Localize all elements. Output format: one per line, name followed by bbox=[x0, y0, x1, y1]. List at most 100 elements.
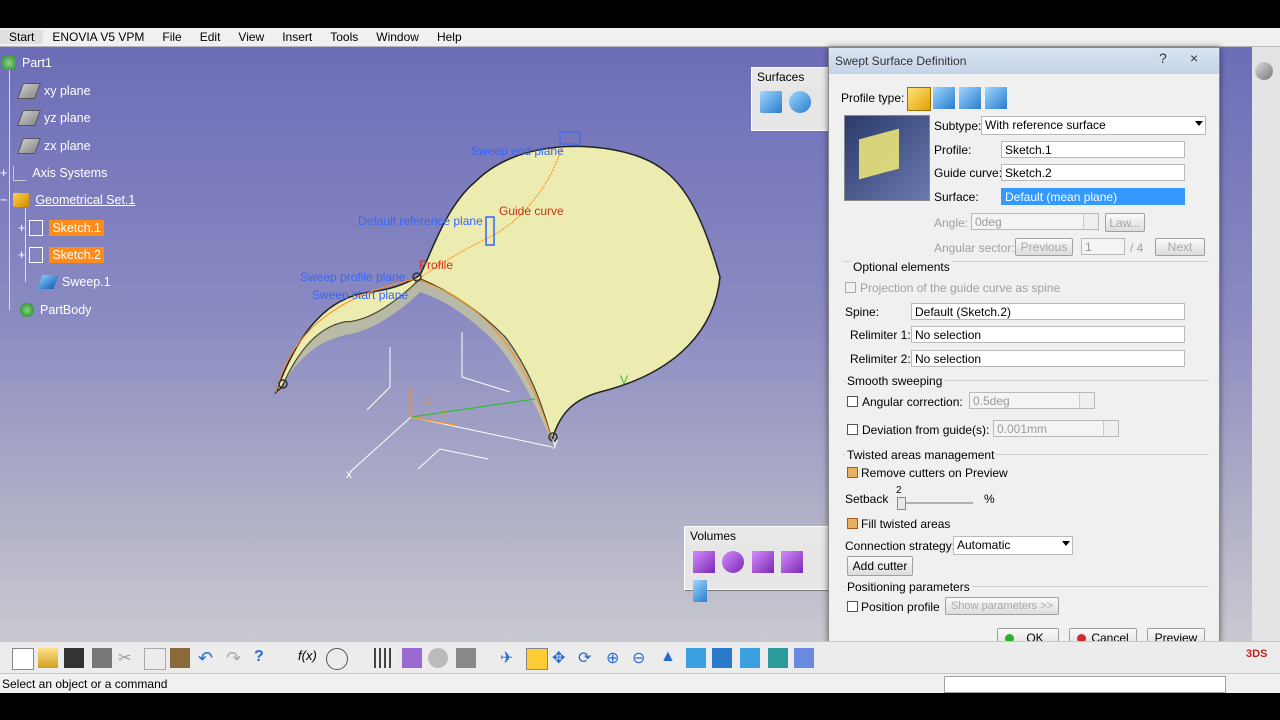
undo-icon[interactable]: ↶ bbox=[198, 648, 218, 668]
surfaces-toolbar[interactable]: Surfaces bbox=[751, 67, 833, 131]
zoom-in-icon[interactable]: ⊕ bbox=[606, 648, 626, 668]
tree-node-yz-plane[interactable]: yz plane bbox=[17, 109, 91, 127]
profile-type-conic-icon[interactable] bbox=[985, 87, 1007, 109]
volume-thick-icon[interactable] bbox=[693, 580, 707, 602]
volume-revolve-icon[interactable] bbox=[722, 551, 745, 573]
collapse-minus-icon[interactable]: − bbox=[0, 193, 7, 207]
spin-arrows-icon[interactable] bbox=[1103, 421, 1118, 436]
profile-field[interactable]: Sketch.1 bbox=[1001, 141, 1185, 158]
menu-enovia[interactable]: ENOVIA V5 VPM bbox=[43, 30, 153, 44]
guide-curve-field[interactable]: Sketch.2 bbox=[1001, 164, 1185, 181]
extrude-surface-icon[interactable] bbox=[760, 91, 782, 113]
shading-icon[interactable] bbox=[740, 648, 760, 668]
cut-icon[interactable]: ✂ bbox=[118, 648, 138, 668]
profile-type-line-icon[interactable] bbox=[933, 87, 955, 109]
dialog-close-button[interactable]: × bbox=[1190, 50, 1198, 66]
paste-icon[interactable] bbox=[170, 648, 190, 668]
fill-twisted-checkbox[interactable] bbox=[847, 518, 858, 529]
tree-node-sweep1[interactable]: Sweep.1 bbox=[37, 273, 111, 291]
tree-node-partbody[interactable]: PartBody bbox=[20, 301, 91, 319]
angular-correction-checkbox[interactable] bbox=[847, 396, 858, 407]
new-document-icon[interactable] bbox=[12, 648, 34, 670]
iso-view-icon[interactable] bbox=[712, 648, 732, 668]
angular-correction-field[interactable]: 0.5deg bbox=[969, 392, 1095, 409]
table-icon[interactable] bbox=[456, 648, 476, 668]
help-icon[interactable]: ? bbox=[254, 648, 274, 668]
rotate-icon[interactable]: ⟳ bbox=[578, 648, 598, 668]
position-profile-checkbox[interactable] bbox=[847, 601, 858, 612]
remove-cutters-checkbox[interactable] bbox=[847, 467, 858, 478]
setback-slider-thumb[interactable] bbox=[897, 497, 906, 510]
add-cutter-button[interactable]: Add cutter bbox=[847, 556, 913, 576]
menu-tools[interactable]: Tools bbox=[321, 30, 367, 44]
surface-field-label: Surface: bbox=[934, 190, 979, 204]
open-folder-icon[interactable] bbox=[38, 648, 58, 668]
next-button[interactable]: Next bbox=[1155, 238, 1205, 256]
show-parameters-button[interactable]: Show parameters >> bbox=[945, 597, 1059, 615]
previous-button[interactable]: Previous bbox=[1015, 238, 1073, 256]
deviation-field[interactable]: 0.001mm bbox=[993, 420, 1119, 437]
compass-icon[interactable] bbox=[1255, 62, 1273, 80]
label-guide-curve: Guide curve bbox=[499, 204, 564, 218]
menu-insert[interactable]: Insert bbox=[273, 30, 321, 44]
print-icon[interactable] bbox=[92, 648, 112, 668]
tree-node-zx-plane[interactable]: zx plane bbox=[17, 137, 91, 155]
profile-type-explicit-icon[interactable] bbox=[907, 87, 931, 111]
volume-extrude-icon[interactable] bbox=[693, 551, 715, 573]
menu-help[interactable]: Help bbox=[428, 30, 471, 44]
subtype-dropdown[interactable]: With reference surface bbox=[981, 116, 1206, 135]
relimiter2-field[interactable]: No selection bbox=[911, 350, 1185, 367]
expand-plus-icon[interactable]: + bbox=[0, 166, 7, 180]
menu-file[interactable]: File bbox=[153, 30, 190, 44]
analysis-icon[interactable] bbox=[402, 648, 422, 668]
multi-view-icon[interactable] bbox=[686, 648, 706, 668]
redo-icon[interactable]: ↷ bbox=[226, 648, 246, 668]
formula-icon[interactable]: f(x) bbox=[298, 648, 318, 668]
spin-arrows-icon[interactable] bbox=[1079, 393, 1094, 408]
hide-show-icon[interactable] bbox=[768, 648, 788, 668]
spine-field[interactable]: Default (Sketch.2) bbox=[911, 303, 1185, 320]
surface-field[interactable]: Default (mean plane) bbox=[1001, 188, 1185, 205]
volume-loft-icon[interactable] bbox=[781, 551, 804, 573]
spin-arrows-icon[interactable] bbox=[1083, 214, 1098, 229]
pan-icon[interactable]: ✥ bbox=[552, 648, 572, 668]
dialog-help-button[interactable]: ? bbox=[1159, 50, 1167, 66]
command-input[interactable] bbox=[944, 676, 1226, 693]
deviation-checkbox[interactable] bbox=[847, 424, 858, 435]
expand-plus-icon[interactable]: + bbox=[18, 248, 25, 262]
tree-node-sketch2[interactable]: + Sketch.2 bbox=[18, 246, 104, 264]
setback-slider[interactable] bbox=[897, 497, 973, 510]
tree-node-xy-plane[interactable]: xy plane bbox=[17, 82, 91, 100]
tree-node-part1[interactable]: Part1 bbox=[2, 54, 52, 72]
sector-field[interactable]: 1 bbox=[1081, 238, 1125, 255]
menu-window[interactable]: Window bbox=[367, 30, 428, 44]
revolve-surface-icon[interactable] bbox=[789, 91, 812, 113]
copy-icon[interactable] bbox=[144, 648, 166, 670]
law-button[interactable]: Law... bbox=[1105, 213, 1145, 232]
projection-checkbox[interactable] bbox=[845, 282, 856, 293]
menu-start[interactable]: Start bbox=[0, 30, 44, 44]
knowledge-icon[interactable] bbox=[326, 648, 348, 670]
angle-field[interactable]: 0deg bbox=[971, 213, 1099, 230]
menu-edit[interactable]: Edit bbox=[191, 30, 230, 44]
menu-view[interactable]: View bbox=[229, 30, 273, 44]
swept-surface-dialog[interactable]: Swept Surface Definition ? × Profile typ… bbox=[828, 47, 1220, 662]
zoom-out-icon[interactable]: ⊖ bbox=[632, 648, 652, 668]
expand-plus-icon[interactable]: + bbox=[18, 221, 25, 235]
grid-icon[interactable] bbox=[374, 648, 394, 668]
profile-type-circle-icon[interactable] bbox=[959, 87, 981, 109]
catalog-icon[interactable] bbox=[428, 648, 448, 668]
fit-all-icon[interactable] bbox=[526, 648, 548, 670]
save-icon[interactable] bbox=[64, 648, 84, 668]
dialog-title-bar[interactable]: Swept Surface Definition ? × bbox=[829, 48, 1219, 74]
swap-space-icon[interactable] bbox=[794, 648, 814, 668]
volume-sweep-icon[interactable] bbox=[751, 551, 774, 573]
tree-node-sketch1[interactable]: + Sketch.1 bbox=[18, 219, 104, 237]
tree-node-geometrical-set[interactable]: − Geometrical Set.1 bbox=[0, 191, 135, 209]
tree-node-axis-systems[interactable]: + Axis Systems bbox=[0, 164, 107, 182]
connection-strategy-dropdown[interactable]: Automatic bbox=[953, 536, 1073, 555]
relimiter1-field[interactable]: No selection bbox=[911, 326, 1185, 343]
fly-mode-icon[interactable]: ✈ bbox=[500, 648, 520, 668]
normal-view-icon[interactable]: ▲ bbox=[660, 648, 680, 668]
volumes-toolbar[interactable]: Volumes bbox=[684, 526, 832, 602]
